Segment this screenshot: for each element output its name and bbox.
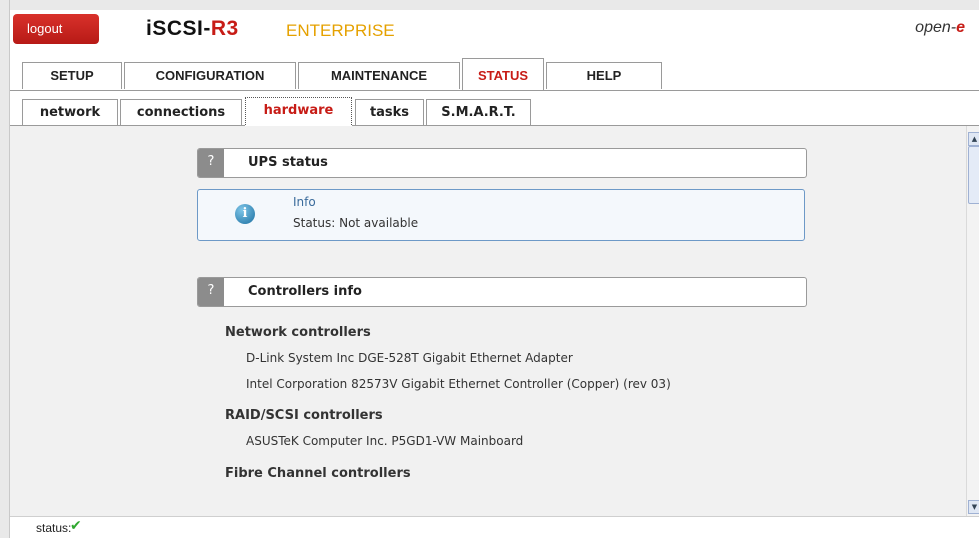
network-controller-item: D-Link System Inc DGE-528T Gigabit Ether… — [246, 351, 573, 365]
ups-status-header: ? UPS status — [197, 148, 807, 178]
product-logo: iSCSI-R3 — [146, 17, 239, 41]
raid-controller-item: ASUSTeK Computer Inc. P5GD1-VW Mainboard — [246, 434, 524, 448]
content-scrollbar[interactable]: ▲ ▼ — [966, 126, 979, 516]
check-icon: ✔ — [70, 518, 82, 534]
vendor-name: open- — [915, 19, 957, 36]
controllers-info-header: ? Controllers info — [197, 277, 807, 307]
main-tabs: SETUP CONFIGURATION MAINTENANCE STATUS H… — [10, 56, 979, 91]
info-label: Info — [293, 195, 316, 209]
vendor-logo: open-e — [915, 19, 965, 37]
network-controllers-title: Network controllers — [225, 325, 371, 340]
ups-help-button[interactable]: ? — [198, 149, 224, 177]
tab-configuration[interactable]: CONFIGURATION — [124, 62, 296, 89]
subtab-tasks[interactable]: tasks — [355, 99, 424, 125]
scrollbar-thumb[interactable] — [968, 146, 979, 204]
ups-info-box: i Info Status: Not available — [197, 189, 805, 241]
logout-button[interactable]: logout — [13, 14, 99, 44]
brand-name: iSCSI- — [146, 17, 211, 40]
app-header: logout iSCSI-R3 ENTERPRISE open-e — [10, 11, 979, 51]
raid-scsi-controllers-title: RAID/SCSI controllers — [225, 408, 383, 423]
ups-status-title: UPS status — [248, 155, 328, 170]
window-frame-top — [0, 0, 979, 10]
fibre-channel-controllers-title: Fibre Channel controllers — [225, 466, 411, 481]
controllers-info-title: Controllers info — [248, 284, 362, 299]
tab-help[interactable]: HELP — [546, 62, 662, 89]
product-edition: ENTERPRISE — [286, 21, 395, 40]
tab-setup[interactable]: SETUP — [22, 62, 122, 89]
tab-maintenance[interactable]: MAINTENANCE — [298, 62, 460, 89]
subtab-hardware[interactable]: hardware — [245, 97, 352, 129]
window-frame-left — [0, 0, 10, 538]
scroll-up-icon[interactable]: ▲ — [968, 132, 979, 146]
info-icon: i — [235, 204, 255, 224]
tab-status[interactable]: STATUS — [462, 58, 544, 90]
network-controller-item: Intel Corporation 82573V Gigabit Etherne… — [246, 377, 671, 391]
subtab-connections[interactable]: connections — [120, 99, 242, 125]
brand-version: R3 — [210, 17, 239, 40]
controllers-help-button[interactable]: ? — [198, 278, 224, 306]
status-label: status: — [36, 521, 72, 535]
scroll-down-icon[interactable]: ▼ — [968, 500, 979, 514]
subtab-smart[interactable]: S.M.A.R.T. — [426, 99, 531, 125]
vendor-suffix: e — [956, 19, 965, 36]
ups-status-text: Status: Not available — [293, 216, 419, 230]
subtab-network[interactable]: network — [22, 99, 118, 125]
sub-tabs: network connections hardware tasks S.M.A… — [10, 91, 979, 129]
content-area: ? UPS status i Info Status: Not availabl… — [10, 126, 966, 516]
status-bar: status: ✔ — [10, 516, 979, 539]
